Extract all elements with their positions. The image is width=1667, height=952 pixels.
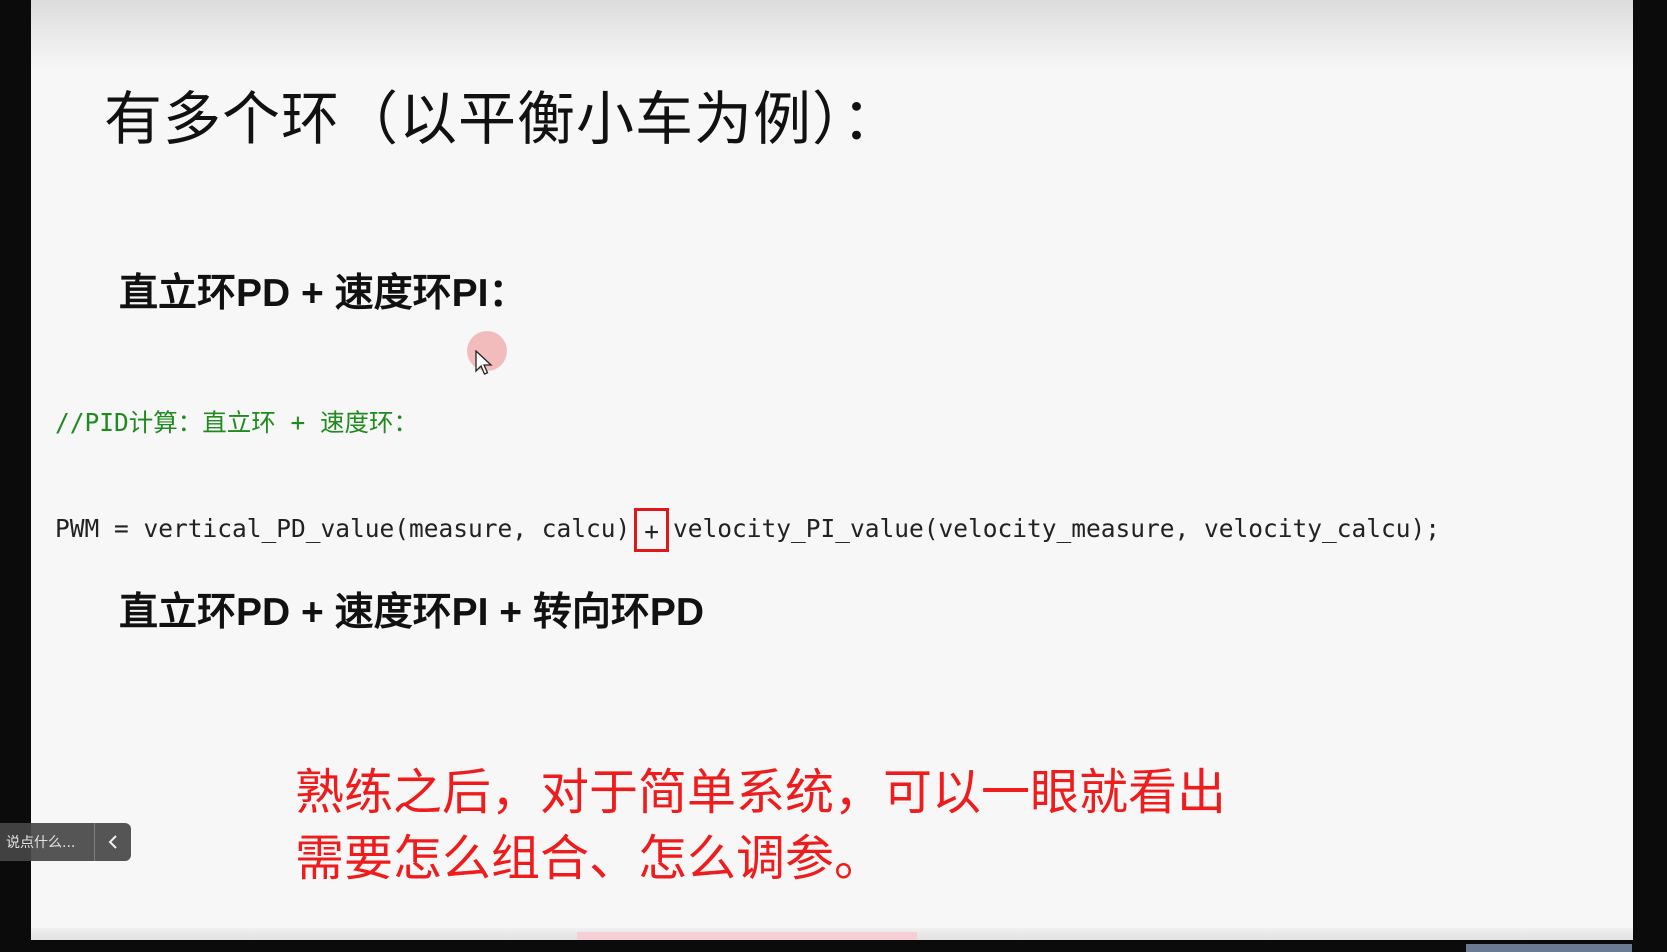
code-line: PWM = vertical_PD_value(measure, calcu) +… (55, 508, 1440, 552)
code-left-expression: PWM = vertical_PD_value(measure, calcu) (55, 514, 631, 543)
highlighted-plus-operator: + (634, 508, 670, 552)
tip-line-1: 熟练之后，对于简单系统，可以一眼就看出 (295, 764, 1227, 821)
slide-title: 有多个环（以平衡小车为例）： (104, 85, 902, 153)
chevron-left-icon (108, 835, 117, 849)
collapse-button[interactable] (94, 823, 131, 861)
player-corner-strip (1466, 944, 1632, 952)
danmaku-input[interactable]: 说点什么... (0, 832, 94, 852)
danmaku-input-bar: 说点什么... (0, 823, 131, 861)
slide-top-shade (31, 0, 1633, 70)
code-right-expression: velocity_PI_value(velocity_measure, velo… (673, 514, 1441, 543)
code-comment: //PID计算：直立环 + 速度环： (55, 408, 419, 437)
loop-heading-pd-pi-pd: 直立环PD + 速度环PI + 转向环PD (119, 591, 705, 634)
code-block: //PID计算：直立环 + 速度环： PWM = vertical_PD_val… (55, 338, 1440, 620)
mouse-pointer-icon (475, 350, 493, 375)
loop-heading-pd-pi: 直立环PD + 速度环PI： (119, 272, 528, 315)
tip-text: 熟练之后，对于简单系统，可以一眼就看出 需要怎么组合、怎么调参。 (295, 760, 1226, 892)
video-slide-frame: 有多个环（以平衡小车为例）： 直立环PD + 速度环PI： //PID计算：直立… (31, 0, 1633, 940)
tip-line-2: 需要怎么组合、怎么调参。 (295, 830, 884, 887)
slide-bottom-accent (577, 932, 917, 940)
